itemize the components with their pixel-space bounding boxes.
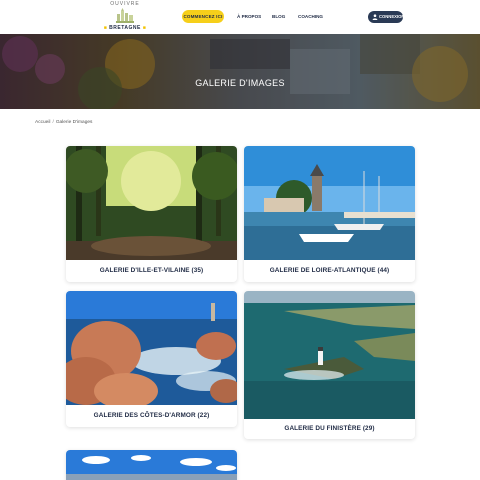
gallery-title: GALERIE D'ILLE-ET-VILAINE (35) <box>99 267 204 274</box>
gallery-image-forest <box>66 146 237 260</box>
gallery-card-cotes-darmor[interactable]: GALERIE DES CÔTES-D'ARMOR (22) <box>66 291 237 427</box>
nav-item-about[interactable]: À PROPOS <box>237 10 261 23</box>
gallery-card-loire-atlantique[interactable]: GALERIE DE LOIRE-ATLANTIQUE (44) <box>244 146 415 282</box>
gallery-card-finistere[interactable]: GALERIE DU FINISTÈRE (29) <box>244 291 415 439</box>
page-title: GALERIE D'IMAGES <box>195 78 285 88</box>
login-label: CONNEXION <box>379 14 405 19</box>
gallery-title: GALERIE DES CÔTES-D'ARMOR (22) <box>93 412 210 419</box>
gallery-image-lighthouse <box>244 291 415 419</box>
hero-banner: GALERIE D'IMAGES <box>0 34 480 109</box>
start-here-button[interactable]: COMMENCEZ ICI <box>182 10 224 23</box>
nav-item-coaching[interactable]: COACHING <box>298 10 323 23</box>
gallery-card-partial[interactable] <box>66 450 237 480</box>
castle-icon <box>116 8 134 23</box>
breadcrumb-current: Galerie D'images <box>55 120 93 125</box>
gallery-image-harbor <box>244 146 415 260</box>
login-button[interactable]: CONNEXION <box>368 11 405 23</box>
gallery-image-rocks <box>66 291 237 405</box>
gallery-image-sky <box>66 450 237 480</box>
breadcrumb-home-link[interactable]: Accueil <box>35 120 50 125</box>
logo-top-text: OUVIVRE <box>110 1 140 7</box>
user-icon <box>372 14 378 20</box>
nav-item-blog[interactable]: BLOG <box>272 10 285 23</box>
gallery-title: GALERIE DU FINISTÈRE (29) <box>284 425 375 432</box>
gallery-card-ille-et-vilaine[interactable]: GALERIE D'ILLE-ET-VILAINE (35) <box>66 146 237 282</box>
site-logo[interactable]: OUVIVRE ■ BRETAGNE ■ <box>102 1 148 33</box>
breadcrumb-separator: / <box>52 120 54 125</box>
hero-background-image <box>0 34 480 109</box>
site-header: OUVIVRE ■ BRETAGNE ■ COMMENCEZ ICI À PRO… <box>0 0 480 34</box>
breadcrumb: Accueil / Galerie D'images <box>35 120 92 125</box>
gallery-title: GALERIE DE LOIRE-ATLANTIQUE (44) <box>269 267 390 274</box>
logo-bottom-text: ■ BRETAGNE ■ <box>103 25 147 31</box>
